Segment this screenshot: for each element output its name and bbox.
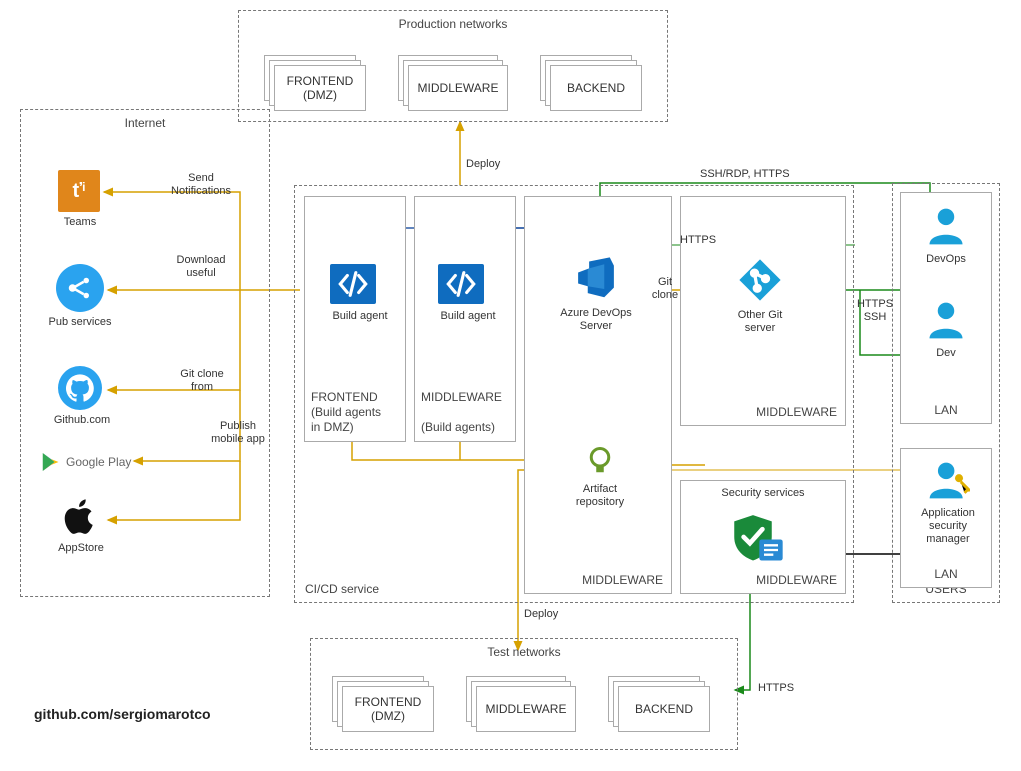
edge-https-1: HTTPS	[680, 234, 716, 247]
code-icon	[438, 264, 484, 304]
user-icon	[924, 298, 968, 342]
git-icon	[738, 258, 782, 302]
user-dev: Dev	[924, 298, 968, 360]
code-icon	[330, 264, 376, 304]
pubsub-icon	[56, 264, 104, 312]
edge-download: Download useful	[166, 254, 236, 280]
edge-git-clone: Git clone	[648, 276, 682, 302]
googleplay-icon: Google Play	[42, 452, 131, 472]
zone-cicd-title: CI/CD service	[305, 582, 379, 596]
apple-icon	[60, 494, 104, 538]
user-devops: DevOps	[924, 204, 968, 266]
test-backend-stack: BACKEND	[608, 676, 708, 730]
build-agent-1: Build agent	[330, 264, 390, 323]
pub-label: Pub services	[40, 316, 120, 329]
prod-middleware-stack: MIDDLEWARE	[398, 55, 508, 109]
edge-gitclone-from: Git clone from	[172, 368, 232, 394]
zone-test-title: Test networks	[311, 645, 737, 659]
artifact-ring-icon	[585, 446, 615, 476]
edge-https-test: HTTPS	[758, 682, 794, 695]
edge-send-notif: Send Notifications	[166, 172, 236, 198]
googleplay-label: Google Play	[66, 455, 131, 469]
test-middleware-stack: MIDDLEWARE	[466, 676, 576, 730]
appstore-label: AppStore	[48, 542, 114, 555]
zone-production-title: Production networks	[239, 17, 667, 31]
prod-backend-stack: BACKEND	[540, 55, 640, 109]
shield-check-icon	[728, 512, 778, 565]
edge-publish: Publish mobile app	[206, 420, 270, 446]
diagram-canvas: Production networks FRONTEND (DMZ) MIDDL…	[0, 0, 1021, 771]
credit-text: github.com/sergiomarotco	[34, 706, 211, 722]
edge-sshrdp: SSH/RDP, HTTPS	[700, 168, 790, 181]
prod-frontend-stack: FRONTEND (DMZ)	[264, 55, 364, 109]
teams-label: Teams	[50, 216, 110, 229]
azure-devops-icon	[574, 256, 618, 300]
edge-https-ssh: HTTPS SSH	[852, 298, 898, 324]
other-git-node: Other Git server	[720, 258, 800, 335]
github-label: Github.com	[44, 414, 120, 427]
user-icon	[924, 204, 968, 248]
zone-internet-title: Internet	[21, 116, 269, 130]
build-agent-2: Build agent	[438, 264, 498, 323]
github-icon	[58, 366, 102, 410]
teams-icon: ťi	[58, 170, 100, 212]
edge-deploy-up: Deploy	[466, 158, 500, 171]
user-appsec: Application security manager	[918, 458, 978, 547]
azure-devops-node: Azure DevOps Server	[556, 256, 636, 333]
artifact-node: Artifact repository	[560, 446, 640, 509]
edge-deploy-down: Deploy	[524, 608, 558, 621]
user-key-icon	[926, 458, 970, 502]
test-frontend-stack: FRONTEND (DMZ)	[332, 676, 432, 730]
